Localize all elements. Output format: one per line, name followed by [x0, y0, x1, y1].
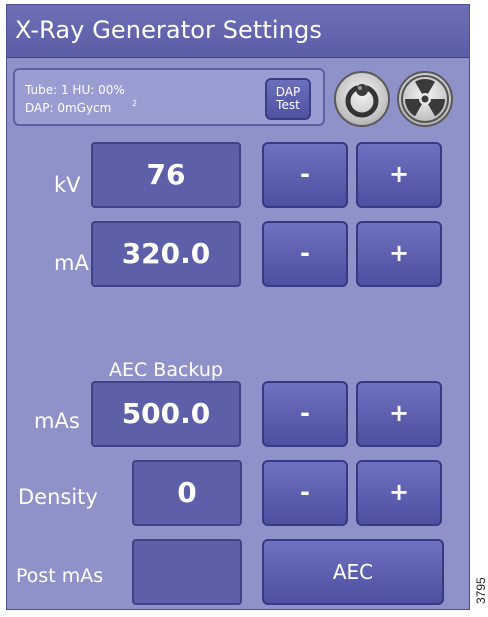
- ma-label: mA: [54, 251, 89, 275]
- kv-increase-button[interactable]: +: [356, 142, 442, 208]
- dap-test-label-line1: DAP: [275, 85, 301, 99]
- tube-hu-readout: Tube: 1 HU: 00%: [25, 83, 125, 97]
- density-increase-button[interactable]: +: [356, 460, 442, 526]
- window-title: X-Ray Generator Settings: [15, 16, 322, 44]
- dap-test-button[interactable]: DAP Test: [265, 78, 311, 120]
- mas-value-field[interactable]: 500.0: [91, 381, 241, 447]
- ma-increase-button[interactable]: +: [356, 221, 442, 287]
- radiation-button[interactable]: [397, 71, 453, 127]
- ma-value-field[interactable]: 320.0: [91, 221, 241, 287]
- radiation-icon: [401, 75, 449, 123]
- generator-settings-panel: X-Ray Generator Settings Tube: 1 HU: 00%…: [6, 4, 470, 610]
- tube-dap-info: Tube: 1 HU: 00% DAP: 0mGycm 2 DAP Test: [13, 68, 325, 126]
- density-value-field[interactable]: 0: [132, 460, 242, 526]
- dap-test-label-line2: Test: [276, 98, 300, 112]
- aec-button[interactable]: AEC: [262, 539, 444, 605]
- mas-label: mAs: [34, 409, 80, 433]
- title-bar: X-Ray Generator Settings: [7, 5, 469, 58]
- exposure-switch-icon: [345, 82, 379, 118]
- mas-decrease-button[interactable]: -: [262, 381, 348, 447]
- density-decrease-button[interactable]: -: [262, 460, 348, 526]
- post-mas-value-field: [132, 539, 242, 605]
- ma-decrease-button[interactable]: -: [262, 221, 348, 287]
- post-mas-label: Post mAs: [16, 565, 104, 587]
- dap-readout: DAP: 0mGycm: [25, 101, 112, 115]
- kv-value-field[interactable]: 76: [91, 142, 241, 208]
- mas-increase-button[interactable]: +: [356, 381, 442, 447]
- exposure-switch-button[interactable]: [334, 71, 390, 127]
- kv-decrease-button[interactable]: -: [262, 142, 348, 208]
- aec-backup-heading: AEC Backup: [109, 359, 223, 381]
- kv-label: kV: [54, 173, 81, 197]
- figure-number: 3795: [474, 577, 488, 604]
- dap-unit-superscript: 2: [132, 99, 138, 108]
- density-label: Density: [18, 485, 98, 509]
